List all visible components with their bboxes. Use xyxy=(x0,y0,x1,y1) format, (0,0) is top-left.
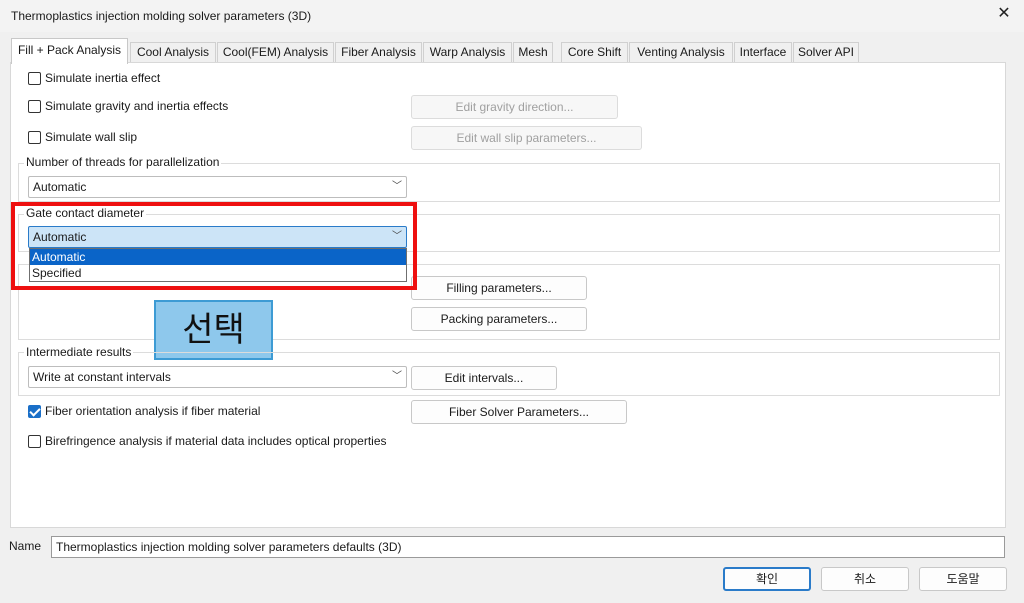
cancel-button[interactable]: 취소 xyxy=(821,567,909,591)
tab-cool-fem-analysis[interactable]: Cool(FEM) Analysis xyxy=(217,42,334,63)
fiber-solver-parameters-button[interactable]: Fiber Solver Parameters... xyxy=(411,400,627,424)
birefringence-label: Birefringence analysis if material data … xyxy=(45,434,387,448)
threads-group-label: Number of threads for parallelization xyxy=(24,155,222,169)
threads-value: Automatic xyxy=(33,180,87,194)
highlight-box xyxy=(11,202,417,290)
tab-core-shift[interactable]: Core Shift xyxy=(561,42,628,63)
close-icon[interactable]: ✕ xyxy=(994,4,1014,24)
ok-button[interactable]: 확인 xyxy=(723,567,811,591)
chevron-down-icon[interactable]: ﹀ xyxy=(392,367,402,387)
tab-mesh[interactable]: Mesh xyxy=(513,42,553,63)
title-bar: Thermoplastics injection molding solver … xyxy=(0,0,1024,32)
birefringence-checkbox[interactable]: Birefringence analysis if material data … xyxy=(28,434,387,448)
help-button[interactable]: 도움말 xyxy=(919,567,1007,591)
tab-solver-api[interactable]: Solver API xyxy=(793,42,859,63)
tab-cool-analysis[interactable]: Cool Analysis xyxy=(130,42,216,63)
intermediate-combo[interactable]: Write at constant intervals ﹀ xyxy=(28,366,407,388)
filling-parameters-button[interactable]: Filling parameters... xyxy=(411,276,587,300)
checkbox-box[interactable] xyxy=(28,404,41,418)
name-label: Name xyxy=(9,539,42,553)
tab-venting-analysis[interactable]: Venting Analysis xyxy=(629,42,733,63)
checkbox-box[interactable] xyxy=(28,71,41,85)
edit-intervals-button[interactable]: Edit intervals... xyxy=(411,366,557,390)
edit-gravity-direction-button[interactable]: Edit gravity direction... xyxy=(411,95,618,119)
intermediate-group-label: Intermediate results xyxy=(24,345,134,359)
checkbox-box[interactable] xyxy=(28,130,41,144)
tab-fill-pack-analysis[interactable]: Fill + Pack Analysis xyxy=(11,38,128,64)
intermediate-value: Write at constant intervals xyxy=(33,370,171,384)
tab-interface[interactable]: Interface xyxy=(734,42,792,63)
threads-combo[interactable]: Automatic ﹀ xyxy=(28,176,407,198)
edit-wall-slip-button[interactable]: Edit wall slip parameters... xyxy=(411,126,642,150)
fiber-orientation-label: Fiber orientation analysis if fiber mate… xyxy=(45,404,261,418)
tab-fiber-analysis[interactable]: Fiber Analysis xyxy=(335,42,422,63)
wall-slip-label: Simulate wall slip xyxy=(45,130,138,144)
chevron-down-icon[interactable]: ﹀ xyxy=(392,177,402,197)
inertia-checkbox[interactable]: Simulate inertia effect xyxy=(28,71,160,85)
checkbox-box[interactable] xyxy=(28,99,41,113)
inertia-label: Simulate inertia effect xyxy=(45,71,161,85)
name-input[interactable]: Thermoplastics injection molding solver … xyxy=(51,536,1005,558)
packing-parameters-button[interactable]: Packing parameters... xyxy=(411,307,587,331)
wall-slip-checkbox[interactable]: Simulate wall slip xyxy=(28,130,137,144)
gravity-label: Simulate gravity and inertia effects xyxy=(45,99,229,113)
fiber-orientation-checkbox[interactable]: Fiber orientation analysis if fiber mate… xyxy=(28,404,260,418)
select-callout: 선택 xyxy=(154,300,273,360)
window-title: Thermoplastics injection molding solver … xyxy=(11,9,312,23)
gravity-checkbox[interactable]: Simulate gravity and inertia effects xyxy=(28,99,228,113)
tab-warp-analysis[interactable]: Warp Analysis xyxy=(423,42,512,63)
checkbox-box[interactable] xyxy=(28,434,41,448)
